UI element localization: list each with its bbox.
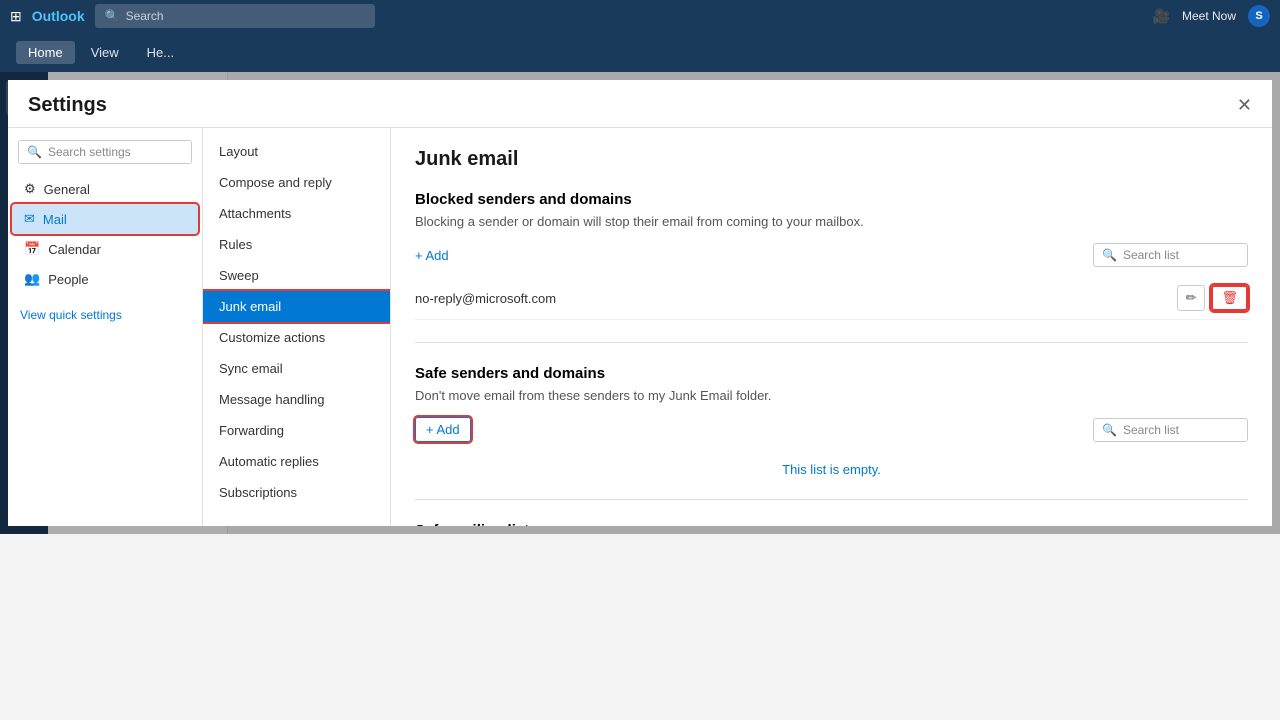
safe-search-icon: 🔍: [1102, 423, 1117, 437]
settings-close-button[interactable]: ✕: [1237, 95, 1252, 116]
tab-help[interactable]: He...: [135, 41, 186, 64]
people-nav-label: People: [48, 272, 88, 287]
safe-mailing-section: Safe mailing lists Messages with mailing…: [415, 522, 1248, 526]
apps-grid-icon[interactable]: ⊞: [10, 8, 22, 25]
tab-view[interactable]: View: [79, 41, 131, 64]
section-divider-2: [415, 499, 1248, 500]
safe-senders-desc: Don't move email from these senders to m…: [415, 388, 1248, 403]
titlebar: ⊞ Outlook 🔍 Search 🎥 Meet Now S: [0, 0, 1280, 32]
email-row: no-reply@microsoft.com ✏ 🗑: [415, 277, 1248, 320]
safe-senders-empty: This list is empty.: [415, 462, 1248, 477]
settings-nav: 🔍 Search settings ⚙ General ✉ Mail 📅 Cal…: [8, 128, 203, 526]
menu-item-customize[interactable]: Customize actions: [203, 322, 390, 353]
menu-item-sync[interactable]: Sync email: [203, 353, 390, 384]
avatar[interactable]: S: [1248, 5, 1270, 27]
settings-header-bar: Settings ✕: [8, 80, 1272, 128]
app-logo: Outlook: [32, 8, 85, 24]
tab-home[interactable]: Home: [16, 41, 75, 64]
section-divider-1: [415, 342, 1248, 343]
search-list-icon: 🔍: [1102, 248, 1117, 262]
safe-search-placeholder: Search list: [1123, 423, 1179, 437]
delete-email-button[interactable]: 🗑: [1211, 285, 1248, 311]
search-list-placeholder: Search list: [1123, 248, 1179, 262]
titlebar-right: 🎥 Meet Now S: [1153, 5, 1270, 27]
menu-item-compose[interactable]: Compose and reply: [203, 167, 390, 198]
blocked-email-text: no-reply@microsoft.com: [415, 291, 556, 306]
menu-item-junk-email[interactable]: Junk email: [203, 291, 390, 322]
menu-item-subscriptions[interactable]: Subscriptions: [203, 477, 390, 508]
blocked-title: Blocked senders and domains: [415, 191, 1248, 208]
settings-search-icon: 🔍: [27, 145, 42, 159]
video-icon: 🎥: [1153, 8, 1170, 25]
people-nav-icon: 👥: [24, 271, 40, 287]
blocked-actions-row: + Add 🔍 Search list: [415, 243, 1248, 267]
mail-nav-icon: ✉: [24, 211, 35, 227]
page-title: Junk email: [415, 148, 1248, 171]
blocked-search-list[interactable]: 🔍 Search list: [1093, 243, 1248, 267]
view-quick-settings[interactable]: View quick settings: [8, 302, 202, 328]
titlebar-search-box[interactable]: 🔍 Search: [95, 4, 375, 28]
menu-item-attachments[interactable]: Attachments: [203, 198, 390, 229]
settings-nav-item-people[interactable]: 👥 People: [12, 264, 198, 294]
safe-senders-search-list[interactable]: 🔍 Search list: [1093, 418, 1248, 442]
edit-email-button[interactable]: ✏: [1177, 285, 1206, 311]
menu-item-forwarding[interactable]: Forwarding: [203, 415, 390, 446]
general-label: General: [44, 182, 90, 197]
settings-nav-item-calendar[interactable]: 📅 Calendar: [12, 234, 198, 264]
settings-menu: Layout Compose and reply Attachments Rul…: [203, 128, 391, 526]
menu-item-auto-replies[interactable]: Automatic replies: [203, 446, 390, 477]
meet-now-text[interactable]: Meet Now: [1182, 9, 1236, 23]
row-actions: ✏ 🗑: [1177, 285, 1248, 311]
calendar-nav-icon: 📅: [24, 241, 40, 257]
settings-search-box[interactable]: 🔍 Search settings: [18, 140, 192, 164]
safe-senders-section: Safe senders and domains Don't move emai…: [415, 365, 1248, 477]
mail-nav-label: Mail: [43, 212, 67, 227]
content-area: ✉ 📅 👥 ✓ W X ☁ ⋯ ✉ New mail ▼ Favorites 👥…: [0, 72, 1280, 534]
safe-senders-add-button[interactable]: + Add: [415, 417, 471, 442]
calendar-nav-label: Calendar: [48, 242, 101, 257]
menu-item-message[interactable]: Message handling: [203, 384, 390, 415]
general-icon: ⚙: [24, 181, 36, 197]
search-icon: 🔍: [105, 9, 120, 23]
blocked-senders-section: Blocked senders and domains Blocking a s…: [415, 191, 1248, 320]
safe-senders-title: Safe senders and domains: [415, 365, 1248, 382]
navbar: Home View He...: [0, 32, 1280, 72]
settings-nav-item-general[interactable]: ⚙ General: [12, 174, 198, 204]
settings-nav-item-mail[interactable]: ✉ Mail: [12, 204, 198, 234]
settings-body: 🔍 Search settings ⚙ General ✉ Mail 📅 Cal…: [8, 128, 1272, 526]
settings-content: Junk email Blocked senders and domains B…: [391, 128, 1272, 526]
settings-overlay: Settings ✕ 🔍 Search settings ⚙ General: [0, 72, 1280, 534]
menu-item-sweep[interactable]: Sweep: [203, 260, 390, 291]
menu-item-rules[interactable]: Rules: [203, 229, 390, 260]
safe-senders-actions-row: + Add 🔍 Search list: [415, 417, 1248, 442]
search-text: Search: [126, 9, 164, 23]
blocked-desc: Blocking a sender or domain will stop th…: [415, 214, 1248, 229]
settings-search-placeholder: Search settings: [48, 145, 131, 159]
safe-mailing-title: Safe mailing lists: [415, 522, 1248, 526]
settings-panel: Settings ✕ 🔍 Search settings ⚙ General: [8, 80, 1272, 526]
settings-title: Settings: [28, 94, 107, 117]
menu-item-layout[interactable]: Layout: [203, 136, 390, 167]
blocked-add-button[interactable]: + Add: [415, 248, 449, 263]
